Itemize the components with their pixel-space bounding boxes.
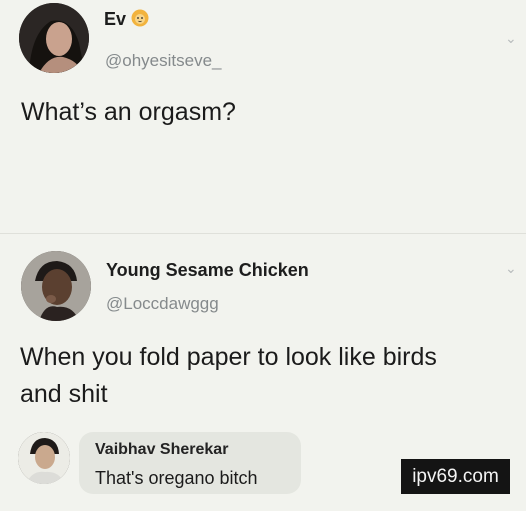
avatar[interactable] [18, 432, 70, 484]
tweet-text-line: and shit [20, 380, 108, 408]
tweet-text-line: When you fold paper to look like birds [20, 343, 437, 371]
display-name[interactable]: Ev [104, 9, 149, 30]
display-name[interactable]: Young Sesame Chicken [106, 260, 309, 281]
watermark: ipv69.com [401, 459, 510, 494]
chevron-down-icon[interactable]: ⌄ [505, 260, 517, 277]
avatar[interactable] [21, 251, 91, 321]
chevron-down-icon[interactable]: ⌄ [505, 30, 517, 47]
lion-emoji-icon [131, 9, 149, 27]
avatar[interactable] [19, 3, 89, 73]
profile-photo-icon [18, 432, 70, 484]
reply-text: That's oregano bitch [95, 468, 258, 488]
reply-author-name[interactable]: Vaibhav Sherekar [95, 441, 228, 459]
tweet-text: What’s an orgasm? [21, 98, 236, 126]
profile-photo-icon [19, 3, 89, 73]
user-handle[interactable]: @ohyesitseve_ [105, 51, 222, 71]
divider [0, 233, 526, 234]
profile-photo-icon [21, 251, 91, 321]
user-handle[interactable]: @Loccdawggg [106, 294, 219, 314]
